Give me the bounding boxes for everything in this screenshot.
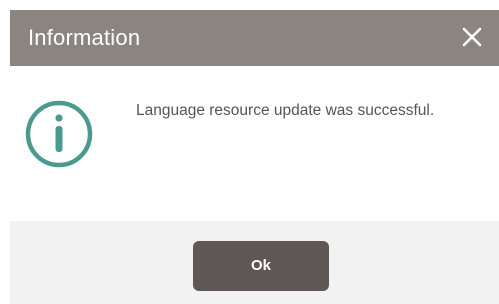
dialog-body: Language resource update was successful. (10, 66, 499, 221)
dialog-message: Language resource update was successful. (136, 102, 435, 119)
dialog-titlebar: Information (10, 10, 499, 66)
information-dialog: Information Language resource update was… (10, 10, 499, 304)
info-circle-icon (24, 99, 94, 169)
close-icon[interactable] (459, 24, 485, 50)
dialog-footer: Ok (10, 221, 499, 304)
ok-button[interactable]: Ok (193, 241, 329, 291)
dialog-title: Information (28, 25, 141, 50)
